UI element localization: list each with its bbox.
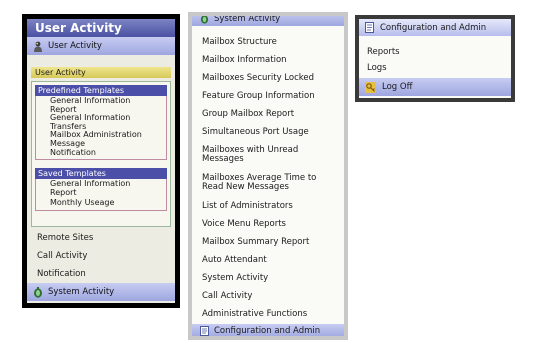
nav-remote-sites[interactable]: Remote Sites bbox=[37, 233, 93, 243]
list-item[interactable]: Mailbox Structure bbox=[202, 38, 277, 47]
system-activity-header[interactable]: System Activity bbox=[192, 16, 344, 26]
list-item[interactable]: Call Activity bbox=[202, 292, 252, 301]
system-activity-panel: System Activity Mailbox Structure Mailbo… bbox=[188, 12, 348, 340]
configuration-admin-header[interactable]: Configuration and Admin bbox=[359, 19, 511, 36]
system-activity-icon bbox=[34, 286, 42, 298]
system-activity-panel-body: System Activity Mailbox Structure Mailbo… bbox=[192, 16, 344, 336]
predefined-templates-heading: Predefined Templates bbox=[35, 85, 167, 96]
nav-logs[interactable]: Logs bbox=[367, 63, 387, 73]
configuration-admin-header-label: Configuration and Admin bbox=[380, 22, 487, 33]
log-off-button[interactable]: Log Off bbox=[359, 78, 511, 96]
nav-call-activity[interactable]: Call Activity bbox=[37, 251, 87, 261]
template-item[interactable]: General Information Report bbox=[50, 96, 166, 114]
list-item[interactable]: Group Mailbox Report bbox=[202, 110, 294, 119]
list-item[interactable]: Mailboxes with Unread Messages bbox=[202, 146, 298, 164]
panel-title: User Activity bbox=[27, 19, 175, 37]
template-item[interactable]: General Information Report bbox=[50, 179, 166, 197]
template-item[interactable]: Monthly Useage bbox=[50, 199, 166, 208]
list-item[interactable]: Voice Menu Reports bbox=[202, 220, 286, 229]
list-item[interactable]: Simultaneous Port Usage bbox=[202, 128, 309, 137]
user-activity-panel: User Activity User Activity User Activit… bbox=[22, 14, 180, 308]
configuration-admin-panel-body: Configuration and Admin Reports Logs Log… bbox=[359, 19, 511, 98]
configuration-admin-header[interactable]: Configuration and Admin bbox=[192, 324, 344, 336]
system-activity-icon bbox=[200, 16, 209, 24]
list-item[interactable]: Mailbox Summary Report bbox=[202, 238, 309, 247]
list-item[interactable]: Feature Group Information bbox=[202, 92, 315, 101]
user-activity-header-label: User Activity bbox=[48, 41, 102, 51]
list-item[interactable]: Mailboxes Security Locked bbox=[202, 74, 314, 83]
list-item[interactable]: Administrative Functions bbox=[202, 310, 307, 319]
system-activity-header[interactable]: System Activity bbox=[27, 283, 175, 301]
user-activity-section-label[interactable]: User Activity bbox=[31, 67, 171, 78]
saved-templates-heading: Saved Templates bbox=[35, 168, 167, 180]
configuration-admin-header-label: Configuration and Admin bbox=[214, 326, 321, 336]
template-item[interactable]: General Information Transfers bbox=[50, 113, 166, 131]
template-item[interactable]: Message Notification bbox=[50, 139, 166, 157]
saved-templates-list: General Information Report Monthly Useag… bbox=[35, 179, 167, 211]
predefined-templates-list: General Information Report General Infor… bbox=[35, 96, 167, 161]
nav-notification[interactable]: Notification bbox=[37, 269, 86, 279]
configuration-admin-panel: Configuration and Admin Reports Logs Log… bbox=[355, 15, 515, 102]
nav-reports[interactable]: Reports bbox=[367, 47, 400, 57]
system-activity-header-label: System Activity bbox=[48, 287, 115, 297]
list-item[interactable]: List of Administrators bbox=[202, 202, 293, 211]
list-item[interactable]: Mailbox Information bbox=[202, 56, 287, 65]
document-icon bbox=[200, 326, 209, 336]
list-item[interactable]: Auto Attendant bbox=[202, 256, 267, 265]
list-item[interactable]: System Activity bbox=[202, 274, 268, 283]
system-activity-header-label: System Activity bbox=[214, 16, 281, 24]
templates-tree: Predefined Templates General Information… bbox=[31, 81, 171, 227]
list-item[interactable]: Mailboxes Average Time to Read New Messa… bbox=[202, 174, 316, 192]
user-activity-panel-body: User Activity User Activity User Activit… bbox=[27, 19, 175, 303]
user-activity-header[interactable]: User Activity bbox=[27, 37, 175, 55]
user-activity-icon bbox=[34, 41, 42, 52]
document-icon bbox=[365, 22, 374, 33]
log-off-label: Log Off bbox=[382, 82, 413, 92]
key-icon bbox=[365, 81, 376, 93]
